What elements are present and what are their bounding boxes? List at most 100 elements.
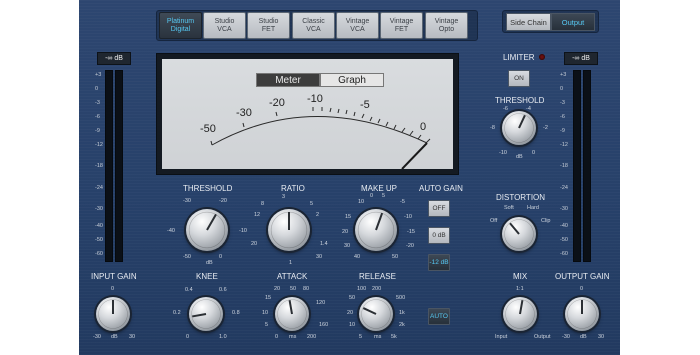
- output-level-meter-left: [573, 70, 581, 262]
- output-meter-scale-label: -30: [560, 206, 568, 212]
- input-gain-label: INPUT GAIN: [91, 272, 137, 281]
- limiter-led: [539, 54, 545, 60]
- model-button[interactable]: Vintage VCA: [336, 12, 379, 39]
- ratio-tick-label: 5: [310, 201, 314, 207]
- limiter-on-button[interactable]: ON: [508, 70, 530, 87]
- meter-needle: [401, 142, 428, 169]
- release-knob[interactable]: [359, 297, 393, 331]
- model-button[interactable]: Platinum Digital: [159, 12, 202, 39]
- release-tick-label: 5k: [391, 334, 397, 340]
- attack-unit-label: ms: [289, 334, 297, 340]
- ratio-knob[interactable]: [268, 209, 310, 251]
- limiter-threshold-tick-label: -8: [490, 125, 495, 131]
- meter-scale-label: -50: [200, 123, 216, 135]
- model-button[interactable]: Vintage FET: [380, 12, 423, 39]
- ratio-tick-label: 1.4: [320, 241, 328, 247]
- input-meter-scale-label: +3: [95, 72, 102, 78]
- make-up-tick-label: 5: [382, 193, 386, 199]
- input-gain-unit-label: dB: [111, 334, 118, 340]
- auto-gain-option[interactable]: OFF: [428, 200, 450, 217]
- output-gain-label: OUTPUT GAIN: [555, 272, 610, 281]
- output-meter-scale-label: -3: [560, 100, 565, 106]
- distortion-tick-label: Hard: [527, 205, 539, 211]
- output-gain-tick-label: 30: [598, 334, 605, 340]
- release-tick-label: 1k: [399, 310, 405, 316]
- knee-tick-label: 0: [186, 334, 190, 340]
- mix-tick-label: Input: [495, 334, 508, 340]
- knob-pointer: [581, 300, 583, 314]
- threshold-tick-label: -10: [239, 228, 247, 234]
- attack-tick-label: 0: [275, 334, 279, 340]
- output-gain-knob[interactable]: [565, 297, 599, 331]
- input-meter-scale-label: -40: [95, 223, 103, 229]
- make-up-tick-label: 0: [370, 193, 374, 199]
- side-chain-button[interactable]: Side Chain: [506, 13, 551, 31]
- knee-knob[interactable]: [189, 297, 223, 331]
- limiter-threshold-knob[interactable]: [502, 111, 536, 145]
- ratio-tick-label: 1: [289, 260, 293, 266]
- knob-pointer: [112, 300, 114, 314]
- release-unit-label: ms: [374, 334, 382, 340]
- make-up-tick-label: 50: [392, 254, 399, 260]
- input-gain-knob[interactable]: [96, 297, 130, 331]
- make-up-tick-label: 40: [354, 254, 361, 260]
- mix-knob[interactable]: [503, 297, 537, 331]
- limiter-threshold-tick-label: -6: [503, 106, 508, 112]
- ratio-tick-label: 3: [282, 194, 286, 200]
- attack-knob[interactable]: [275, 297, 309, 331]
- limiter-label: LIMITER: [503, 53, 535, 62]
- release-tick-label: 500: [396, 295, 406, 301]
- output-button[interactable]: Output: [551, 13, 595, 31]
- distortion-knob[interactable]: [502, 217, 536, 251]
- limiter-threshold-tick-label: -10: [499, 150, 507, 156]
- output-meter-scale-label: -6: [560, 114, 565, 120]
- model-button[interactable]: Studio VCA: [203, 12, 246, 39]
- knee-tick-label: 0.6: [219, 287, 227, 293]
- attack-tick-label: 50: [290, 286, 297, 292]
- distortion-tick-label: Soft: [504, 205, 514, 211]
- model-button[interactable]: Vintage Opto: [425, 12, 468, 39]
- mix-tick-label: Output: [534, 334, 551, 340]
- meter-scale-arc: [210, 107, 431, 169]
- make-up-tick-label: -10: [404, 214, 412, 220]
- ratio-tick-label: 8: [261, 201, 265, 207]
- release-tick-label: 200: [372, 286, 382, 292]
- meter-scale-label: -20: [269, 97, 285, 109]
- meter-scale-label: -10: [307, 93, 323, 105]
- knob-pointer: [206, 213, 217, 231]
- threshold-knob[interactable]: [186, 209, 228, 251]
- threshold-tick-label: -30: [183, 198, 191, 204]
- attack-label: ATTACK: [277, 272, 308, 281]
- model-button[interactable]: Classic VCA: [292, 12, 335, 39]
- make-up-tick-label: -20: [406, 243, 414, 249]
- input-meter-scale-label: 0: [95, 86, 99, 92]
- threshold-tick-label: -20: [219, 198, 227, 204]
- attack-tick-label: 200: [307, 334, 317, 340]
- release-tick-label: 2k: [399, 322, 405, 328]
- attack-tick-label: 80: [303, 286, 310, 292]
- mix-tick-label: 1:1: [516, 286, 524, 292]
- output-gain-tick-label: 0: [580, 286, 584, 292]
- make-up-tick-label: 15: [345, 214, 352, 220]
- ratio-tick-label: 2: [316, 212, 320, 218]
- output-meter-scale-label: +3: [560, 72, 567, 78]
- limiter-threshold-label: THRESHOLD: [495, 96, 545, 105]
- release-tick-label: 10: [349, 322, 356, 328]
- knee-tick-label: 0.2: [173, 310, 181, 316]
- output-level-meter-right: [583, 70, 591, 262]
- output-meter-scale-label: -12: [560, 142, 568, 148]
- input-meter-scale-label: -30: [95, 206, 103, 212]
- make-up-label: MAKE UP: [361, 184, 398, 193]
- meter-scale-label: -30: [236, 107, 252, 119]
- auto-gain-option[interactable]: -12 dB: [428, 254, 450, 271]
- limiter-threshold-tick-label: -4: [526, 106, 531, 112]
- make-up-tick-label: 30: [344, 243, 351, 249]
- input-meter-scale-label: -12: [95, 142, 103, 148]
- release-auto-button[interactable]: AUTO: [428, 308, 450, 325]
- model-button[interactable]: Studio FET: [247, 12, 290, 39]
- release-tick-label: 50: [349, 295, 356, 301]
- meter-scale-label: 0: [420, 121, 427, 133]
- knee-tick-label: 0.8: [232, 310, 240, 316]
- auto-gain-option[interactable]: 0 dB: [428, 227, 450, 244]
- make-up-knob[interactable]: [355, 209, 397, 251]
